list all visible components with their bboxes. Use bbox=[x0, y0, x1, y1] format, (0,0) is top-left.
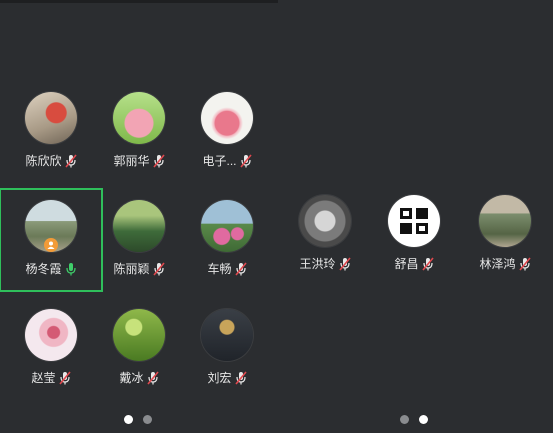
avatar bbox=[25, 309, 77, 361]
mic-muted-icon[interactable] bbox=[234, 261, 247, 276]
participant-name: 车畅 bbox=[207, 262, 232, 276]
participant-tile[interactable]: 刘宏 bbox=[183, 309, 271, 405]
participant-tile[interactable]: 舒昌 bbox=[370, 195, 458, 291]
page-dot[interactable] bbox=[419, 415, 428, 424]
avatar bbox=[25, 92, 77, 144]
avatar bbox=[113, 200, 165, 252]
participant-tile[interactable]: 赵莹 bbox=[7, 309, 95, 405]
participant-tile[interactable]: 陈欣欣 bbox=[7, 92, 95, 188]
mic-muted-icon[interactable] bbox=[239, 153, 252, 168]
mic-muted-icon[interactable] bbox=[58, 370, 71, 385]
participant-tile[interactable]: 戴冰 bbox=[95, 309, 183, 405]
participant-tile[interactable]: 车畅 bbox=[183, 200, 271, 296]
page-indicator-right bbox=[400, 415, 428, 424]
participant-tile[interactable]: 郭丽华 bbox=[95, 92, 183, 188]
mic-muted-icon[interactable] bbox=[234, 370, 247, 385]
participant-name: 电子... bbox=[202, 154, 237, 168]
participant-name: 陈丽颖 bbox=[113, 262, 150, 276]
participant-name: 戴冰 bbox=[119, 371, 144, 385]
avatar bbox=[388, 195, 440, 247]
host-badge-icon bbox=[44, 238, 58, 252]
participant-name: 赵莹 bbox=[31, 371, 56, 385]
mic-muted-icon[interactable] bbox=[518, 256, 531, 271]
avatar bbox=[201, 200, 253, 252]
participant-name: 王洪玲 bbox=[299, 257, 336, 271]
top-bar bbox=[0, 0, 278, 3]
participant-name: 刘宏 bbox=[207, 371, 232, 385]
page-dot[interactable] bbox=[124, 415, 133, 424]
avatar bbox=[113, 309, 165, 361]
participant-tile-active[interactable]: 杨冬霞 bbox=[0, 188, 103, 292]
participant-name: 杨冬霞 bbox=[25, 262, 62, 276]
avatar bbox=[201, 92, 253, 144]
avatar bbox=[479, 195, 531, 247]
avatar bbox=[299, 195, 351, 247]
participant-name: 郭丽华 bbox=[113, 154, 150, 168]
page-indicator-left bbox=[124, 415, 152, 424]
mic-muted-icon[interactable] bbox=[64, 153, 77, 168]
mic-on-icon[interactable] bbox=[65, 262, 77, 276]
participant-tile[interactable]: 林泽鸿 bbox=[461, 195, 549, 291]
participant-tile[interactable]: 电子... bbox=[183, 92, 271, 188]
mic-muted-icon[interactable] bbox=[338, 256, 351, 271]
participant-tile[interactable]: 陈丽颖 bbox=[95, 200, 183, 296]
participant-name: 林泽鸿 bbox=[479, 257, 516, 271]
mic-muted-icon[interactable] bbox=[152, 261, 165, 276]
participant-name: 舒昌 bbox=[394, 257, 419, 271]
avatar bbox=[113, 92, 165, 144]
mic-muted-icon[interactable] bbox=[152, 153, 165, 168]
avatar bbox=[201, 309, 253, 361]
mic-muted-icon[interactable] bbox=[146, 370, 159, 385]
page-dot[interactable] bbox=[400, 415, 409, 424]
participant-name: 陈欣欣 bbox=[25, 154, 62, 168]
calligraphy-logo-icon bbox=[400, 208, 428, 234]
participant-tile[interactable]: 王洪玲 bbox=[281, 195, 369, 291]
mic-muted-icon[interactable] bbox=[421, 256, 434, 271]
page-dot[interactable] bbox=[143, 415, 152, 424]
